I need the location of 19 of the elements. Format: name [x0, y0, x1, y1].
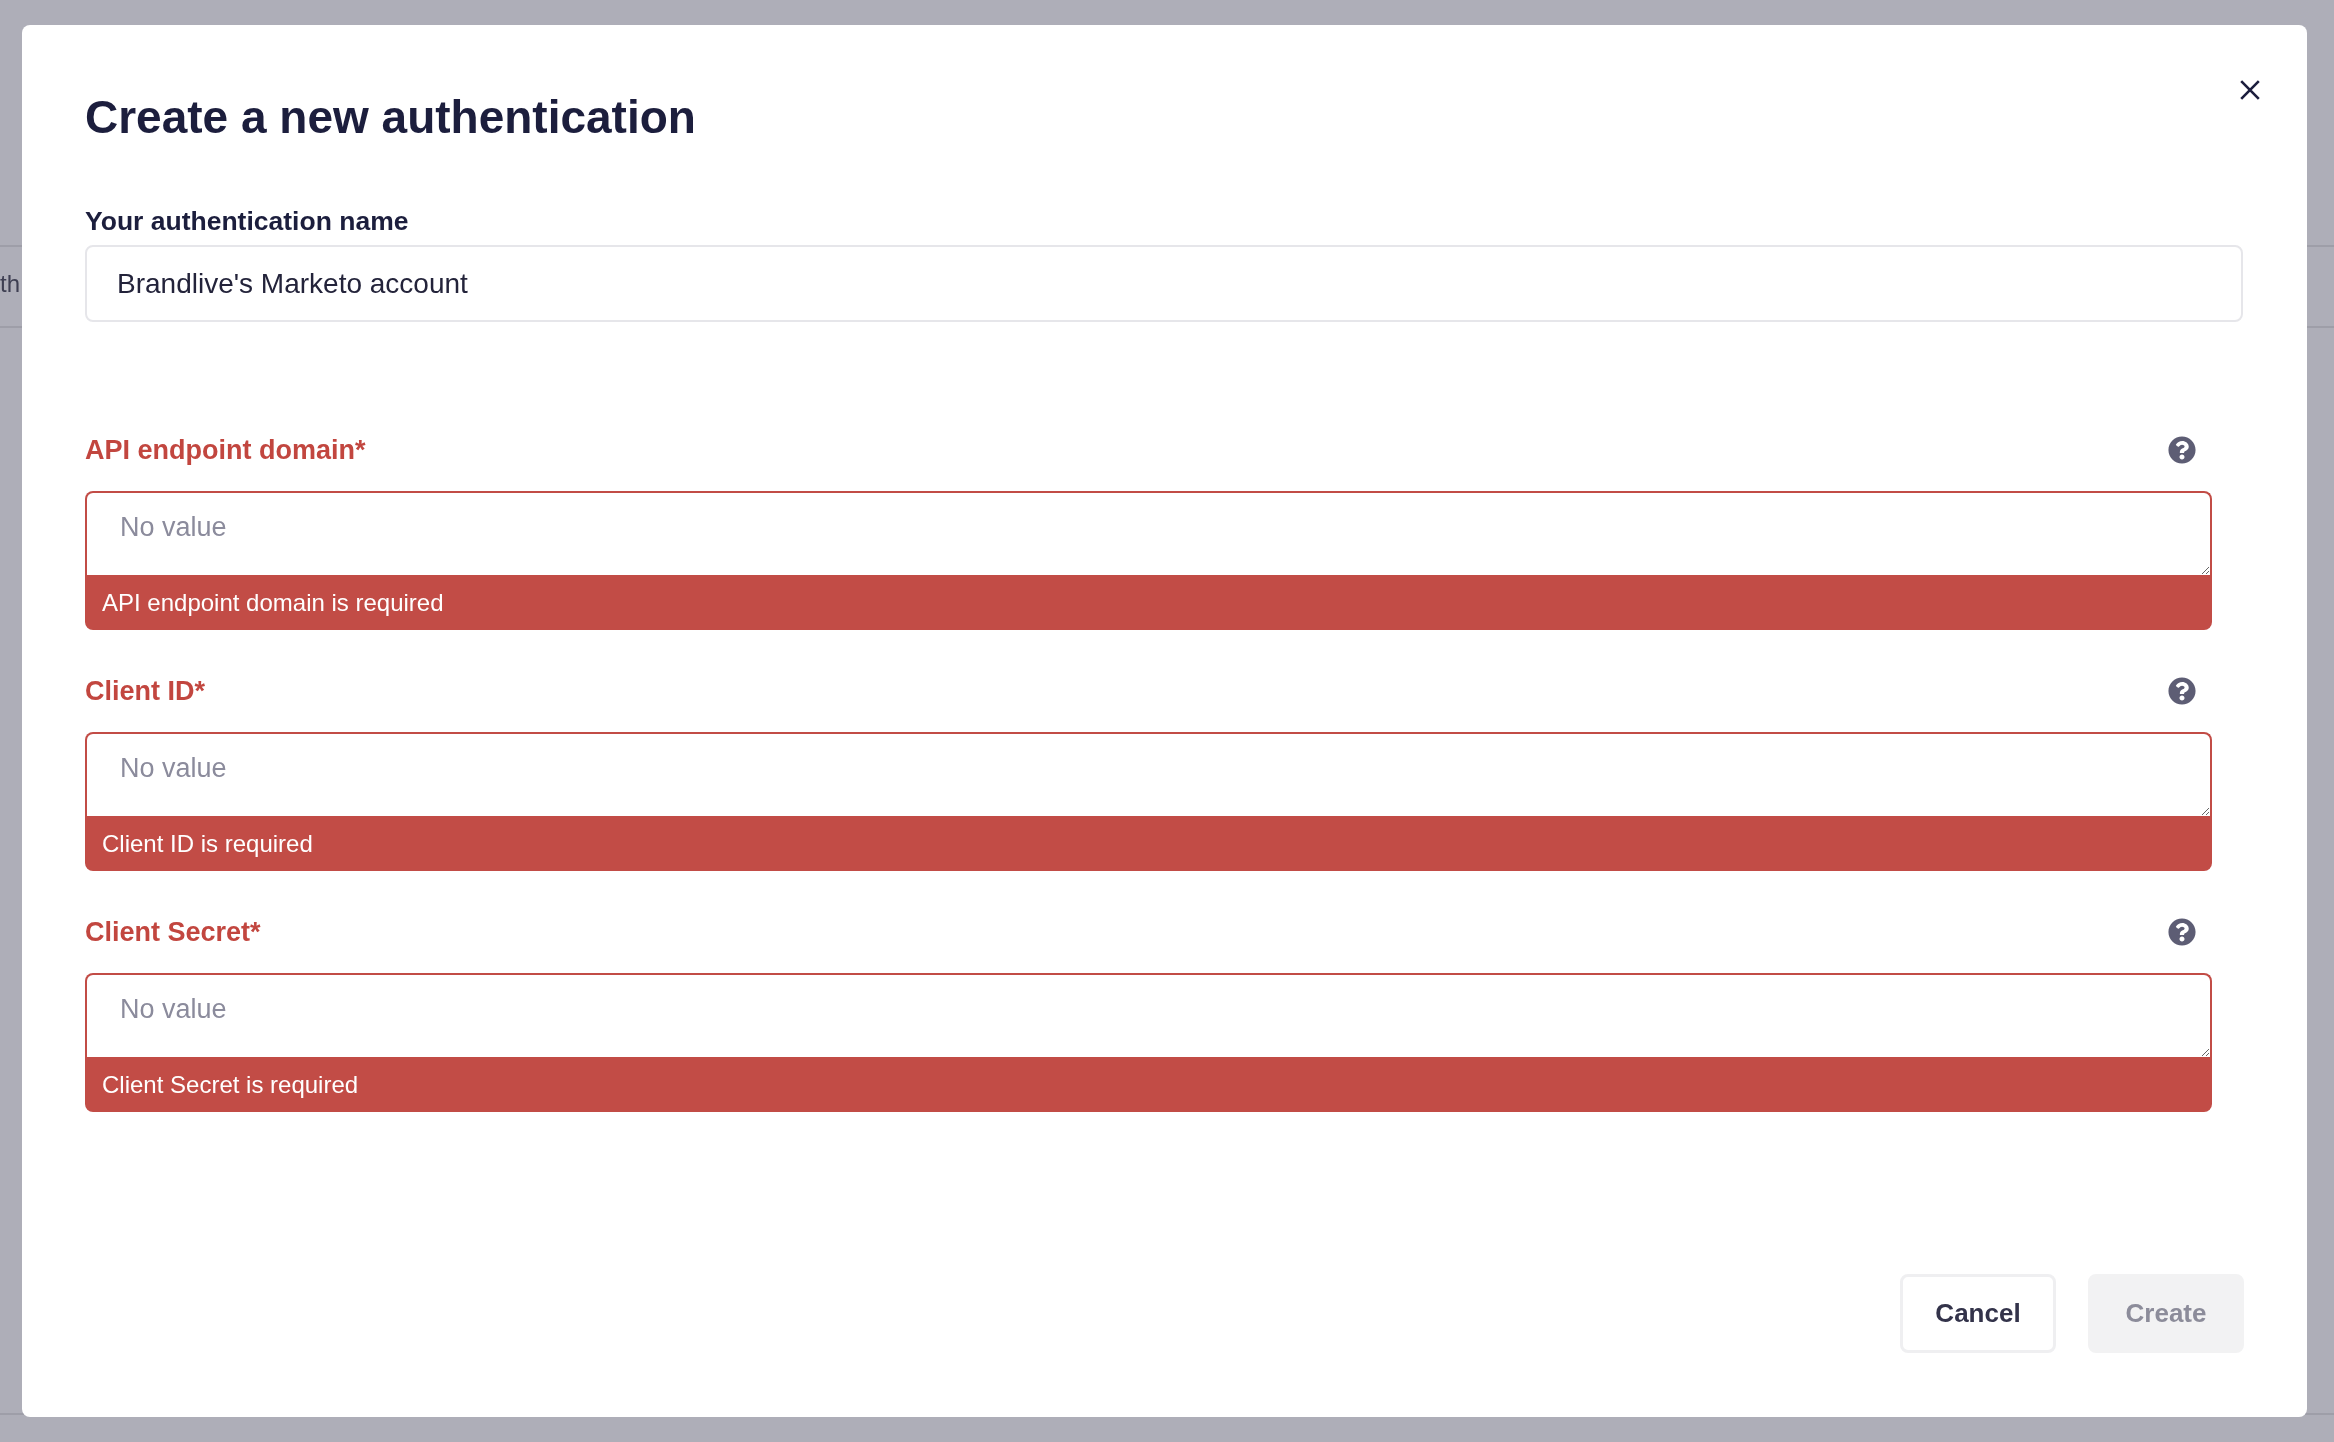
text-area-field[interactable]: No value	[85, 732, 2212, 816]
field-label: API endpoint domain*	[85, 434, 366, 467]
dialog-title: Create a new authentication	[85, 90, 696, 145]
close-icon	[2240, 80, 2260, 100]
help-icon[interactable]	[2168, 918, 2196, 946]
text-area-field[interactable]: No value	[85, 973, 2212, 1057]
error-message: Client ID is required	[85, 816, 2212, 871]
help-icon[interactable]	[2168, 436, 2196, 464]
field-label: Client Secret*	[85, 916, 261, 949]
text-area-field[interactable]: No value	[85, 491, 2212, 575]
name-input[interactable]: Brandlive's Marketo account	[85, 245, 2243, 322]
close-button[interactable]	[2240, 80, 2260, 100]
error-message: API endpoint domain is required	[85, 575, 2212, 630]
background-text: th	[0, 270, 21, 298]
field-label: Client ID*	[85, 675, 205, 708]
error-message: Client Secret is required	[85, 1057, 2212, 1112]
help-icon[interactable]	[2168, 677, 2196, 705]
cancel-button[interactable]: Cancel	[1900, 1274, 2056, 1353]
field-label: Your authentication name	[85, 205, 410, 237]
